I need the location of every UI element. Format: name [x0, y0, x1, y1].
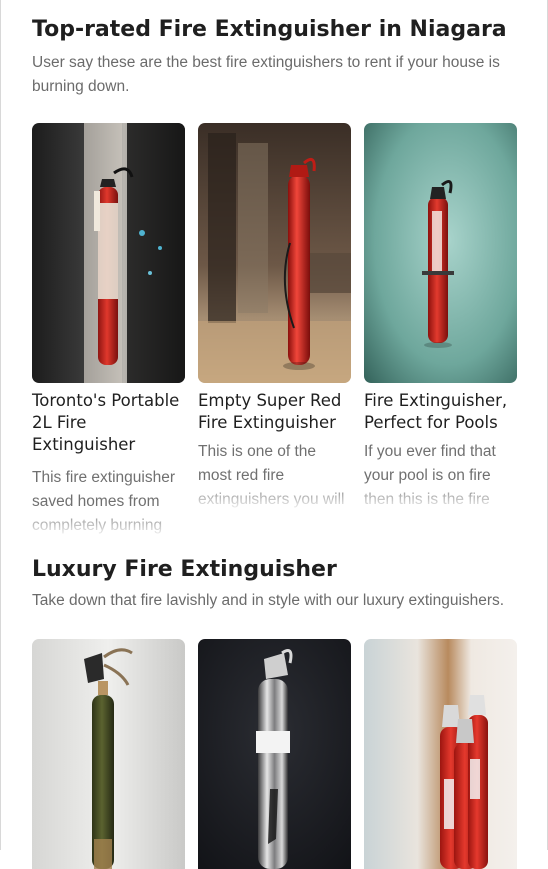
product-card-list: [32, 639, 517, 869]
product-image[interactable]: [198, 123, 351, 383]
luxury-section: Luxury Fire Extinguisher Take down that …: [32, 554, 522, 869]
product-image[interactable]: [364, 639, 517, 869]
product-description: If you ever find that your pool is on fi…: [364, 443, 496, 508]
product-card[interactable]: [364, 639, 517, 869]
product-card-list: Toronto's Portable 2L Fire Extinguisher …: [32, 123, 517, 538]
page-frame: Top-rated Fire Extinguisher in Niagara U…: [0, 0, 548, 869]
product-title[interactable]: Empty Super Red Fire Extinguisher: [198, 390, 351, 434]
product-image[interactable]: [198, 639, 351, 869]
product-title[interactable]: Toronto's Portable 2L Fire Extinguisher: [32, 390, 185, 456]
section-subtitle: Take down that fire lavishly and in styl…: [32, 592, 505, 609]
product-image[interactable]: [32, 123, 185, 383]
product-image[interactable]: [364, 123, 517, 383]
product-card[interactable]: Empty Super Red Fire Extinguisher This i…: [198, 123, 351, 538]
section-subtitle: User say these are the best fire extingu…: [32, 54, 500, 95]
top-rated-section: Top-rated Fire Extinguisher in Niagara U…: [32, 14, 522, 534]
product-card[interactable]: [198, 639, 351, 869]
product-card[interactable]: Toronto's Portable 2L Fire Extinguisher …: [32, 123, 185, 538]
section-title: Top-rated Fire Extinguisher in Niagara: [32, 17, 507, 42]
product-description: This fire extinguisher saved homes from …: [32, 469, 176, 534]
product-card[interactable]: Fire Extinguisher, Perfect for Pools If …: [364, 123, 517, 538]
section-title: Luxury Fire Extinguisher: [32, 557, 337, 582]
product-title[interactable]: Fire Extinguisher, Perfect for Pools: [364, 390, 517, 434]
product-description: This is one of the most red fire extingu…: [198, 443, 345, 508]
product-card[interactable]: [32, 639, 185, 869]
product-image[interactable]: [32, 639, 185, 869]
